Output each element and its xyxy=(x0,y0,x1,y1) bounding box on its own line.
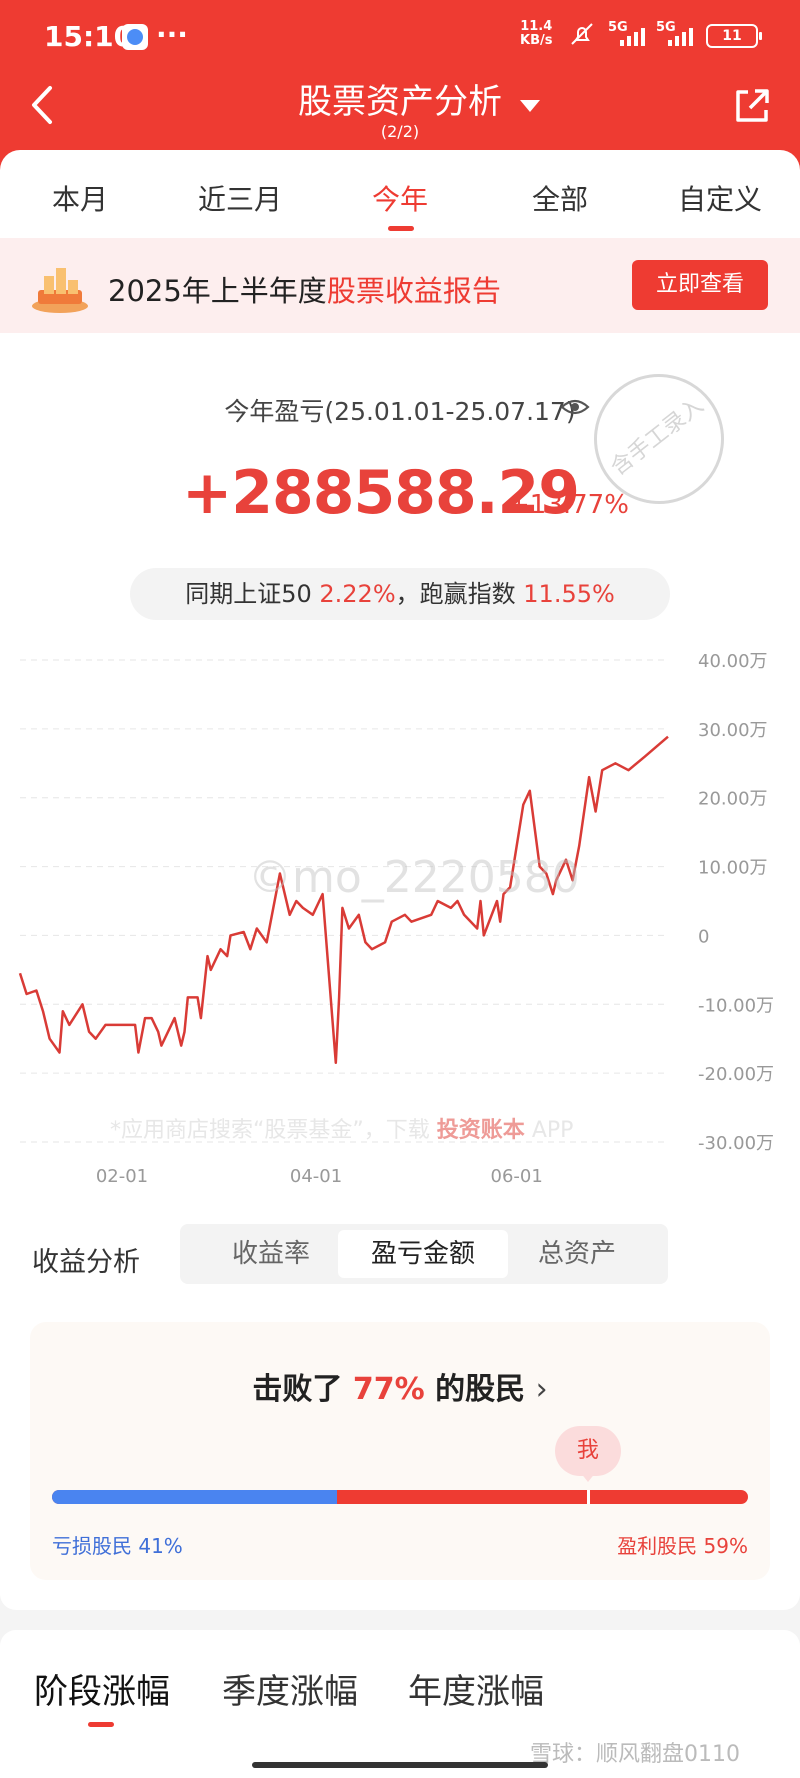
trophy-icon xyxy=(32,268,88,313)
loss-investors-label: 亏损股民 41% xyxy=(52,1530,183,1559)
win-label-text: 盈利股民 xyxy=(617,1534,698,1558)
app-promo-watermark-brand: 投资账本 xyxy=(436,1118,525,1143)
loss-label-pct: 41% xyxy=(138,1534,183,1558)
y-tick-label: 40.00万 xyxy=(698,651,768,672)
network-speed-unit: KB/s xyxy=(520,33,553,48)
loss-segment xyxy=(52,1490,338,1504)
page-indicator: (2/2) xyxy=(380,122,420,141)
beat-index-percent: 11.55% xyxy=(523,580,615,608)
user-watermark: ©mo_2220580 xyxy=(248,852,580,903)
x-tick-label: 02-01 xyxy=(96,1166,148,1187)
me-position-tick xyxy=(586,1490,590,1504)
tab-this-month[interactable]: 本月 xyxy=(0,178,160,218)
page-title[interactable]: 股票资产分析 xyxy=(0,74,800,123)
beat-investors-title[interactable]: 击败了 77% 的股民 › xyxy=(0,1364,800,1408)
me-marker-pointer xyxy=(579,1472,596,1482)
beat-prefix: 击败了 xyxy=(252,1372,343,1407)
beat-percent: 77% xyxy=(352,1372,425,1407)
beat-suffix: 的股民 xyxy=(435,1372,526,1407)
y-tick-label: -20.00万 xyxy=(698,1064,774,1085)
segment-total-assets[interactable]: 总资产 xyxy=(492,1230,662,1278)
x-tick-label: 04-01 xyxy=(290,1166,342,1187)
y-tick-label: -10.00万 xyxy=(698,995,774,1016)
y-tick-label: 0 xyxy=(698,926,709,947)
home-indicator[interactable] xyxy=(252,1762,548,1768)
share-icon[interactable] xyxy=(732,86,772,126)
bottom-tab-indicator xyxy=(88,1722,114,1727)
tab-this-year[interactable]: 今年 xyxy=(320,178,480,218)
eye-icon[interactable] xyxy=(560,395,590,419)
loss-label-text: 亏损股民 xyxy=(52,1534,132,1558)
y-tick-label: 30.00万 xyxy=(698,720,768,741)
network-speed-value: 11.4 xyxy=(520,19,553,34)
compare-mid: ，跑赢指数 xyxy=(395,580,516,608)
report-banner[interactable]: 2025年上半年度股票收益报告 立即查看 xyxy=(0,238,800,333)
report-banner-text-highlight: 股票收益报告 xyxy=(326,274,501,308)
footer-watermark: 雪球：顺风翻盘0110 xyxy=(530,1742,740,1767)
win-label-pct: 59% xyxy=(703,1534,748,1558)
status-bar: 15:10 ··· 11.4 KB/s 5G 5G 11 xyxy=(0,0,800,72)
app-promo-watermark-text: *应用商店搜索“股票基金”，下载 xyxy=(110,1118,430,1143)
index-percent: 2.22% xyxy=(319,580,396,608)
y-tick-label: -30.00万 xyxy=(698,1133,774,1154)
report-banner-text-plain: 2025年上半年度 xyxy=(108,274,327,308)
signal-bars-icon xyxy=(620,28,645,46)
me-marker: 我 xyxy=(554,1426,621,1476)
y-tick-label: 20.00万 xyxy=(698,789,768,810)
tab-year-change[interactable]: 年度涨幅 xyxy=(408,1664,544,1713)
chevron-down-icon[interactable] xyxy=(520,100,540,112)
active-tab-indicator xyxy=(388,226,414,231)
chevron-right-icon: › xyxy=(535,1372,548,1407)
segment-return-rate[interactable]: 收益率 xyxy=(186,1230,356,1278)
tab-custom[interactable]: 自定义 xyxy=(640,178,800,218)
network-speed: 11.4 KB/s xyxy=(520,20,552,48)
x-tick-label: 06-01 xyxy=(491,1166,543,1187)
tab-all[interactable]: 全部 xyxy=(480,178,640,218)
analysis-segmented-control: 收益率 盈亏金额 总资产 xyxy=(180,1224,668,1284)
mute-icon xyxy=(571,23,593,45)
app-promo-watermark: *应用商店搜索“股票基金”，下载 投资账本 APP xyxy=(110,1112,573,1144)
app-promo-watermark-suffix: APP xyxy=(531,1118,574,1143)
battery-icon: 11 xyxy=(706,24,762,48)
status-more: ··· xyxy=(156,18,188,51)
report-banner-text: 2025年上半年度股票收益报告 xyxy=(108,268,501,310)
segment-profit-amount[interactable]: 盈亏金额 xyxy=(338,1230,508,1278)
profit-investors-label: 盈利股民 59% xyxy=(617,1530,748,1559)
distribution-bar xyxy=(52,1490,748,1504)
compare-prefix: 同期上证50 xyxy=(185,580,312,608)
status-time: 15:10 xyxy=(44,20,134,53)
signal-bars-icon-2 xyxy=(668,28,693,46)
analysis-label: 收益分析 xyxy=(32,1247,140,1278)
view-now-button[interactable]: 立即查看 xyxy=(632,260,768,310)
profit-percent: +13.77% xyxy=(508,490,629,520)
y-tick-label: 10.00万 xyxy=(698,858,768,879)
page-title-text: 股票资产分析 xyxy=(298,82,502,122)
index-compare-pill: 同期上证50 2.22%，跑赢指数 11.55% xyxy=(130,568,670,620)
tab-quarter-change[interactable]: 季度涨幅 xyxy=(222,1664,358,1713)
app-notification-icon xyxy=(122,24,148,50)
tab-three-months[interactable]: 近三月 xyxy=(160,178,320,218)
tab-stage-change[interactable]: 阶段涨幅 xyxy=(34,1664,170,1713)
